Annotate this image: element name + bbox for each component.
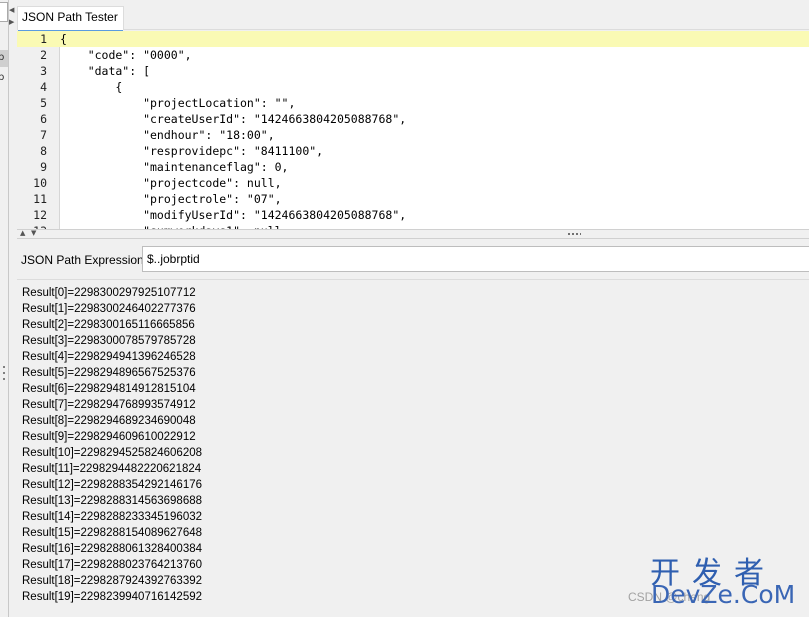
code-line[interactable]: 3 "data": [: [17, 63, 809, 79]
json-path-expression-input[interactable]: [142, 246, 809, 272]
code-line[interactable]: 11 "projectrole": "07",: [17, 191, 809, 207]
line-number: 6: [40, 112, 47, 126]
result-line: Result[9]=2298294609610022912: [22, 431, 196, 443]
expression-row: JSON Path Expression: [17, 240, 809, 280]
result-line: Result[10]=2298294525824606208: [22, 447, 203, 459]
line-number: 9: [40, 160, 47, 174]
code-text: "projectcode": null,: [60, 176, 282, 190]
result-line: Result[5]=2298294896567525376: [22, 367, 196, 379]
code-line[interactable]: 10 "projectcode": null,: [17, 175, 809, 191]
code-line[interactable]: 6 "createUserId": "1424663804205088768",: [17, 111, 809, 127]
line-number: 8: [40, 144, 47, 158]
result-line: Result[1]=2298300246402277376: [22, 303, 196, 315]
result-line: Result[6]=2298294814912815104: [22, 383, 196, 395]
result-line: Result[13]=2298288314563698688: [22, 495, 203, 507]
code-line[interactable]: 4 {: [17, 79, 809, 95]
line-number: 2: [40, 48, 47, 62]
code-text: "maintenanceflag": 0,: [60, 160, 289, 174]
left-panel-glyph: p: [0, 52, 5, 63]
tab-json-path-tester[interactable]: JSON Path Tester: [17, 6, 124, 32]
left-panel: p p: [0, 0, 9, 617]
line-number: 3: [40, 64, 47, 78]
code-line[interactable]: 8 "resprovidepc": "8411100",: [17, 143, 809, 159]
vertical-drag-handle[interactable]: [2, 364, 6, 382]
line-number: 4: [40, 80, 47, 94]
left-panel-box[interactable]: [0, 2, 8, 22]
result-line: Result[15]=2298288154089627648: [22, 527, 203, 539]
result-line: Result[18]=2298287924392763392: [22, 575, 203, 587]
code-text: "createUserId": "1424663804205088768",: [60, 112, 407, 126]
line-number: 12: [33, 208, 47, 222]
splitter-up-icon[interactable]: ▲: [20, 229, 25, 237]
result-line: Result[4]=2298294941396246528: [22, 351, 196, 363]
line-number: 7: [40, 128, 47, 142]
line-number: 1: [40, 32, 47, 46]
watermark-en: DevZe.CoM: [651, 580, 796, 609]
code-line[interactable]: 1{: [17, 31, 809, 47]
code-text: "code": "0000",: [60, 48, 192, 62]
code-text: "endhour": "18:00",: [60, 128, 275, 142]
left-panel-row[interactable]: p: [0, 72, 8, 86]
result-line: Result[12]=2298288354292146176: [22, 479, 203, 491]
code-line[interactable]: 2 "code": "0000",: [17, 47, 809, 63]
result-line: Result[2]=2298300165116665856: [22, 319, 195, 331]
result-line: Result[3]=2298300078579785728: [22, 335, 196, 347]
left-panel-glyph: p: [0, 72, 5, 83]
expand-right-icon[interactable]: ▶: [9, 18, 14, 26]
expression-label: JSON Path Expression: [21, 253, 144, 267]
result-line: Result[7]=2298294768993574912: [22, 399, 196, 411]
line-number: 11: [33, 192, 47, 206]
result-line: Result[11]=2298294482220621824: [22, 463, 202, 475]
collapse-left-icon[interactable]: ◀: [9, 6, 14, 14]
panel-splitter[interactable]: ▲ ▼: [17, 229, 809, 239]
code-text: "resprovidepc": "8411100",: [60, 144, 324, 158]
code-text: "projectrole": "07",: [60, 192, 282, 206]
code-line[interactable]: 5 "projectLocation": "",: [17, 95, 809, 111]
code-text: "data": [: [60, 64, 151, 78]
code-text: {: [60, 80, 123, 94]
tab-bar: JSON Path Tester: [17, 0, 809, 32]
result-line: Result[0]=2298300297925107712: [22, 287, 196, 299]
splitter-down-icon[interactable]: ▼: [31, 229, 36, 237]
result-line: Result[17]=2298288023764213760: [22, 559, 203, 571]
code-line[interactable]: 7 "endhour": "18:00",: [17, 127, 809, 143]
collapse-arrows: ◀ ▶: [9, 0, 17, 40]
result-line: Result[19]=2298239940716142592: [22, 591, 203, 603]
result-line: Result[8]=2298294689234690048: [22, 415, 196, 427]
left-panel-selected-row[interactable]: p: [0, 50, 8, 67]
code-line[interactable]: 12 "modifyUserId": "1424663804205088768"…: [17, 207, 809, 223]
code-text: {: [60, 32, 67, 46]
code-text: "projectLocation": "",: [60, 96, 296, 110]
code-text: "modifyUserId": "1424663804205088768",: [60, 208, 407, 222]
code-line[interactable]: 9 "maintenanceflag": 0,: [17, 159, 809, 175]
result-line: Result[16]=2298288061328400384: [22, 543, 203, 555]
json-editor[interactable]: 1{2 "code": "0000", 3 "data": [4 {5 "proj…: [17, 31, 809, 229]
result-line: Result[14]=2298288233345196032: [22, 511, 203, 523]
splitter-grip[interactable]: [567, 232, 581, 236]
line-number: 10: [33, 176, 47, 190]
line-number: 5: [40, 96, 47, 110]
